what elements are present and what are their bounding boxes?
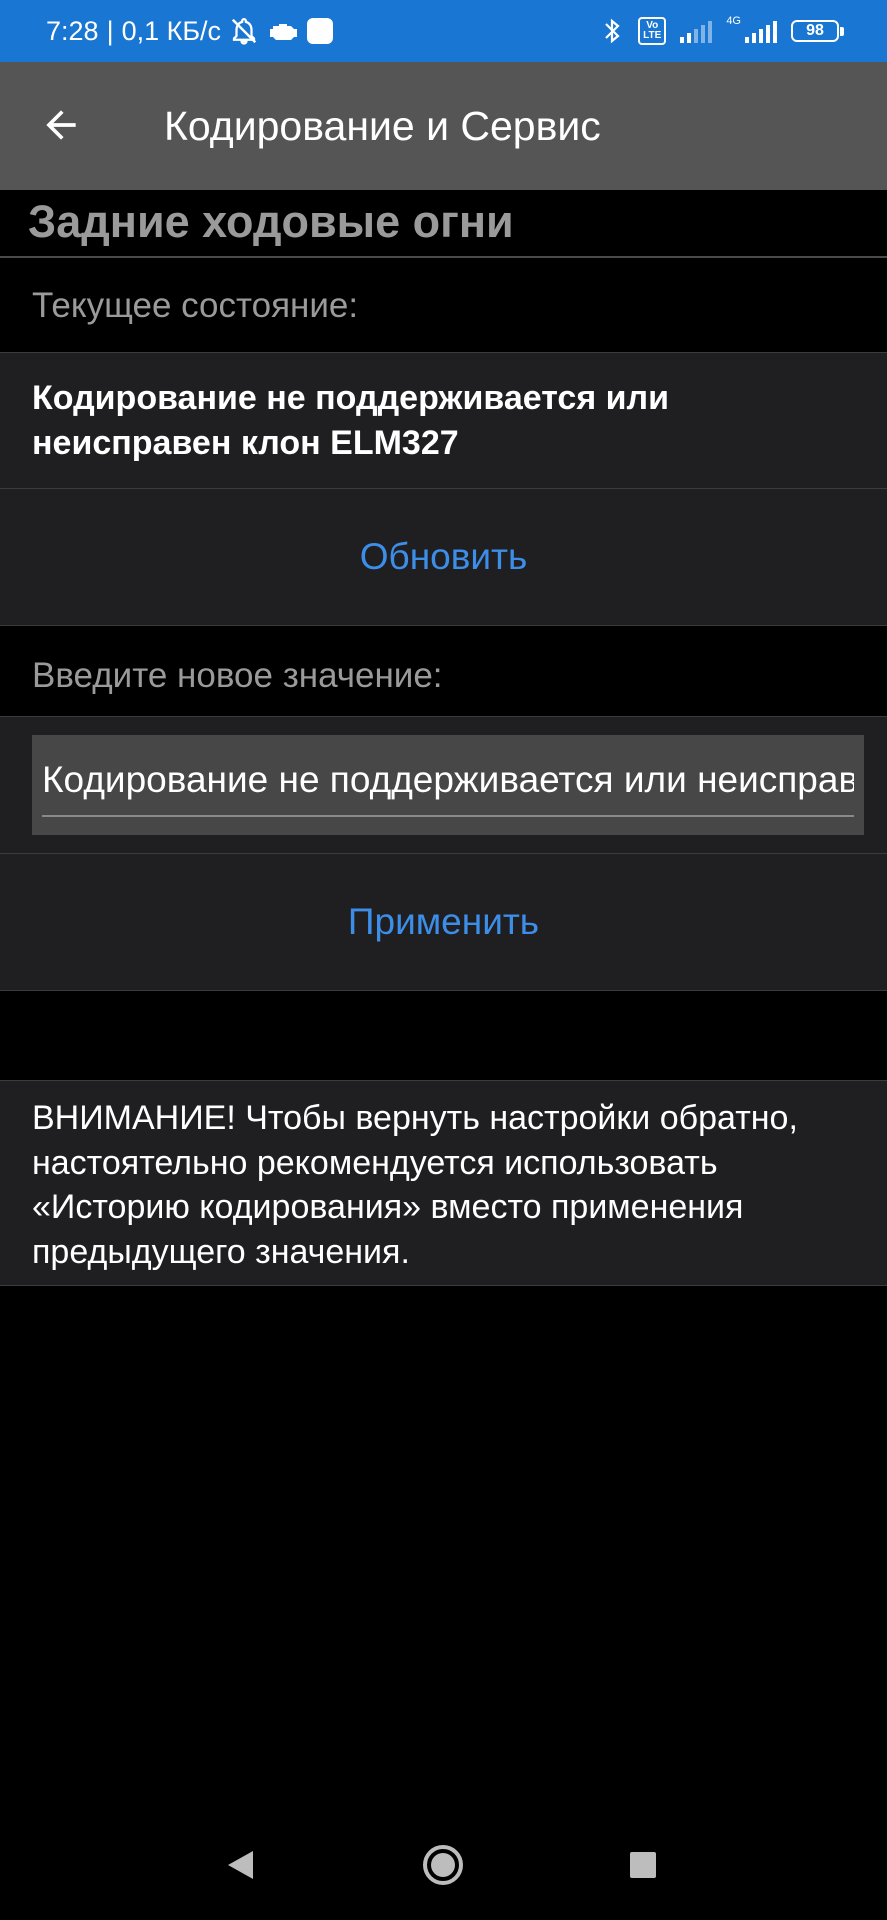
engine-check-icon [267, 19, 299, 43]
bell-off-icon [229, 16, 259, 46]
divider [0, 990, 887, 991]
signal-sim1-icon [680, 19, 713, 43]
divider [0, 1080, 887, 1081]
new-value-field [32, 735, 864, 835]
app-bar: Кодирование и Сервис [0, 62, 887, 190]
status-bar-right: Vo LTE 4G 98 [600, 0, 844, 62]
refresh-button[interactable]: Обновить [0, 489, 887, 625]
nav-back-button[interactable] [190, 1810, 290, 1920]
volte-icon: Vo LTE [638, 17, 667, 45]
nav-home-button[interactable] [393, 1810, 493, 1920]
divider [0, 1285, 887, 1286]
current-state-label: Текущее состояние: [32, 286, 359, 325]
signal-sim2-icon [745, 19, 777, 43]
status-bar: 7:28 | 0,1 КБ/с Vo LTE 4G 98 [0, 0, 887, 62]
status-time: 7:28 [46, 15, 99, 46]
current-state-value: Кодирование не поддерживается или неиспр… [32, 379, 670, 462]
new-value-label-row: Введите новое значение: [0, 626, 887, 716]
section-title: Задние ходовые огни [28, 196, 514, 247]
volte-line2: LTE [643, 30, 662, 41]
battery-icon: 98 [791, 20, 844, 42]
apply-button[interactable]: Применить [0, 854, 887, 990]
divider [0, 352, 887, 353]
triangle-back-icon [228, 1851, 253, 1879]
status-separator: | [106, 15, 114, 46]
new-value-input[interactable] [42, 755, 854, 805]
new-value-label: Введите новое значение: [32, 656, 443, 695]
status-bar-left: 7:28 | 0,1 КБ/с [46, 0, 334, 62]
arrow-left-icon [46, 110, 76, 140]
circle-home-icon [423, 1845, 463, 1885]
battery-level: 98 [806, 22, 824, 39]
back-button[interactable] [28, 92, 94, 158]
network-speed: 0,1 КБ/с [121, 15, 222, 46]
nav-recents-button[interactable] [593, 1810, 693, 1920]
bluetooth-icon [600, 16, 624, 46]
network-type: 4G [726, 15, 741, 27]
navigation-bar [0, 1810, 887, 1920]
square-recents-icon [630, 1852, 656, 1878]
input-underline [42, 815, 854, 817]
notification-square-icon [307, 18, 334, 44]
warning-text: ВНИМАНИЕ! Чтобы вернуть настройки обратн… [32, 1099, 798, 1271]
section-divider [0, 256, 887, 258]
current-state-label-row: Текущее состояние: [0, 260, 887, 352]
page-title: Кодирование и Сервис [164, 102, 601, 149]
